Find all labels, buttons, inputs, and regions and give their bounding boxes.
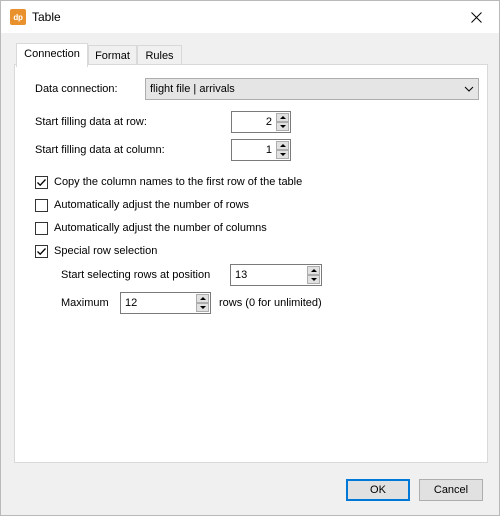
adjust-columns-label: Automatically adjust the number of colum… bbox=[54, 222, 267, 234]
checkbox-box[interactable] bbox=[35, 244, 48, 258]
maximum-label: Maximum bbox=[61, 297, 109, 309]
tab-format[interactable]: Format bbox=[88, 45, 137, 66]
checkbox-box[interactable] bbox=[35, 175, 48, 189]
title-bar: dp Table bbox=[1, 1, 499, 33]
start-position-value: 13 bbox=[235, 269, 248, 281]
start-column-up-button[interactable] bbox=[276, 141, 289, 150]
start-row-up-button[interactable] bbox=[276, 113, 289, 122]
cancel-button-label: Cancel bbox=[433, 484, 469, 496]
ok-button-label: OK bbox=[370, 484, 386, 496]
start-row-spinner[interactable]: 2 bbox=[231, 111, 291, 133]
maximum-down-button[interactable] bbox=[196, 303, 209, 312]
start-column-spinner[interactable]: 1 bbox=[231, 139, 291, 161]
close-icon bbox=[470, 11, 482, 23]
tab-rules[interactable]: Rules bbox=[137, 45, 182, 66]
start-row-value: 2 bbox=[265, 116, 272, 128]
window-title: Table bbox=[32, 10, 61, 24]
copy-column-names-label: Copy the column names to the first row o… bbox=[54, 176, 303, 188]
tab-connection-label: Connection bbox=[24, 48, 80, 60]
ok-button[interactable]: OK bbox=[346, 479, 410, 501]
app-icon: dp bbox=[10, 9, 26, 25]
checkbox-box[interactable] bbox=[35, 221, 48, 235]
checkmark-icon bbox=[37, 178, 46, 186]
data-connection-select[interactable]: flight file | arrivals bbox=[145, 78, 479, 100]
adjust-columns-checkbox[interactable]: Automatically adjust the number of colum… bbox=[35, 220, 267, 236]
start-column-label: Start filling data at column: bbox=[35, 144, 165, 156]
special-row-selection-label: Special row selection bbox=[54, 245, 158, 257]
start-position-label: Start selecting rows at position bbox=[61, 269, 211, 281]
chevron-down-icon bbox=[464, 84, 474, 97]
tab-connection[interactable]: Connection bbox=[16, 43, 88, 67]
start-position-down-button[interactable] bbox=[307, 275, 320, 284]
cancel-button[interactable]: Cancel bbox=[419, 479, 483, 501]
start-position-spinner[interactable]: 13 bbox=[230, 264, 322, 286]
close-button[interactable] bbox=[453, 1, 499, 33]
start-row-down-button[interactable] bbox=[276, 122, 289, 131]
copy-column-names-checkbox[interactable]: Copy the column names to the first row o… bbox=[35, 174, 302, 190]
start-column-down-button[interactable] bbox=[276, 150, 289, 159]
start-column-value: 1 bbox=[265, 144, 272, 156]
tab-rules-label: Rules bbox=[145, 50, 174, 62]
maximum-suffix-label: rows (0 for unlimited) bbox=[219, 297, 322, 309]
maximum-spinner[interactable]: 12 bbox=[120, 292, 211, 314]
data-connection-value: flight file | arrivals bbox=[150, 83, 235, 95]
tab-format-label: Format bbox=[95, 50, 130, 62]
data-connection-label: Data connection: bbox=[35, 83, 118, 95]
maximum-value: 12 bbox=[125, 297, 138, 309]
start-position-up-button[interactable] bbox=[307, 266, 320, 275]
start-row-label: Start filling data at row: bbox=[35, 116, 147, 128]
table-dialog: dp Table Connection Format Rules Data co… bbox=[0, 0, 500, 516]
maximum-up-button[interactable] bbox=[196, 294, 209, 303]
checkbox-box[interactable] bbox=[35, 198, 48, 212]
checkmark-icon bbox=[37, 247, 46, 255]
adjust-rows-checkbox[interactable]: Automatically adjust the number of rows bbox=[35, 197, 249, 213]
special-row-selection-checkbox[interactable]: Special row selection bbox=[35, 243, 157, 259]
adjust-rows-label: Automatically adjust the number of rows bbox=[54, 199, 250, 211]
